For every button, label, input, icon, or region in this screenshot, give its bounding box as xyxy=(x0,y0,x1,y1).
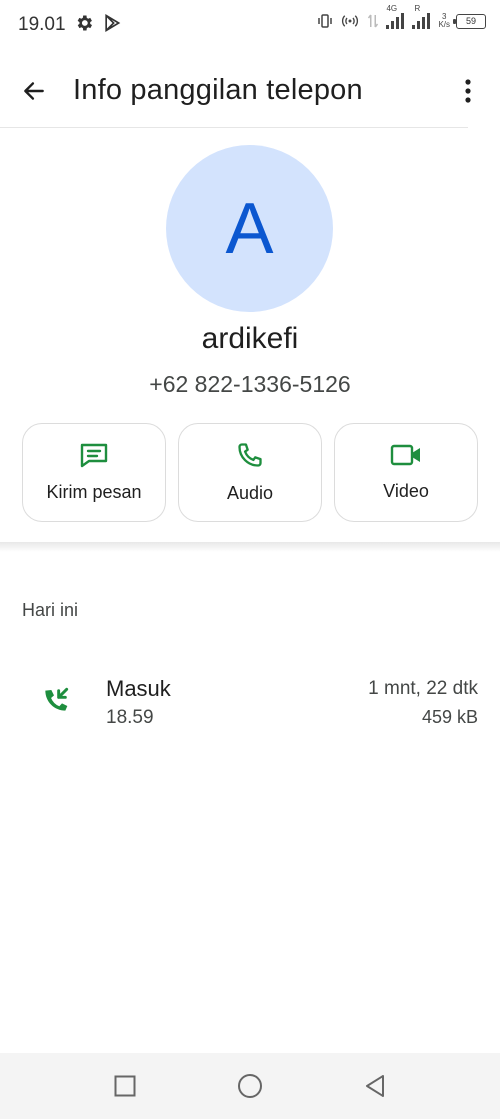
section-divider xyxy=(0,542,500,552)
history-section-title: Hari ini xyxy=(22,600,79,620)
network-speed-unit: K/s xyxy=(438,20,450,29)
back-button[interactable] xyxy=(18,75,50,107)
settings-gear-icon xyxy=(74,13,94,38)
app-bar: Info panggilan telepon xyxy=(0,55,500,127)
divider xyxy=(0,127,468,128)
message-icon xyxy=(80,443,108,468)
call-history-item[interactable]: Masuk 18.59 1 mnt, 22 dtk 459 kB xyxy=(0,670,500,740)
roaming-label: R xyxy=(414,4,421,13)
call-time: 18.59 xyxy=(106,707,154,728)
incoming-call-icon xyxy=(40,684,72,716)
call-data-size: 459 kB xyxy=(421,707,478,727)
video-icon xyxy=(390,444,420,466)
status-bar: 19.01 4G R 3 K/s 59 xyxy=(0,0,500,50)
video-call-button[interactable]: Video xyxy=(334,423,478,522)
video-call-label: Video xyxy=(383,481,429,501)
contact-phone: +62 822-1336-5126 xyxy=(149,371,351,397)
audio-call-label: Audio xyxy=(226,483,274,503)
battery-icon: 59 xyxy=(453,13,486,29)
network-type-label: 4G xyxy=(386,4,398,13)
back-arrow-icon xyxy=(24,82,44,100)
data-transfer-icon xyxy=(366,12,380,30)
signal-icon: 4G R xyxy=(386,5,432,29)
system-back-button[interactable] xyxy=(362,1073,388,1099)
triangle-back-icon xyxy=(366,1075,384,1097)
audio-call-button[interactable]: Audio xyxy=(178,423,322,522)
network-speed: 3 K/s xyxy=(438,13,450,29)
home-button[interactable] xyxy=(237,1073,263,1099)
call-duration: 1 mnt, 22 dtk xyxy=(368,678,478,699)
square-icon xyxy=(114,1075,136,1097)
recent-apps-button[interactable] xyxy=(112,1073,138,1099)
status-time: 19.01 xyxy=(18,14,66,35)
system-nav-bar xyxy=(0,1053,500,1119)
avatar-initial: A xyxy=(225,188,274,269)
contact-name: ardikefi xyxy=(201,322,299,355)
battery-level: 59 xyxy=(465,16,476,26)
hotspot-icon xyxy=(340,12,360,30)
circle-icon xyxy=(238,1074,262,1098)
send-message-label: Kirim pesan xyxy=(46,482,142,502)
page-title: Info panggilan telepon xyxy=(73,74,363,106)
action-buttons: Kirim pesan Audio Video xyxy=(22,423,478,522)
call-type: Masuk xyxy=(106,676,171,701)
send-message-button[interactable]: Kirim pesan xyxy=(22,423,166,522)
contact-avatar: A xyxy=(166,145,333,312)
play-store-icon xyxy=(102,13,122,38)
more-options-button[interactable] xyxy=(454,75,482,107)
status-right: 4G R 3 K/s 59 xyxy=(316,5,486,30)
status-left: 19.01 xyxy=(18,13,122,38)
more-vertical-icon xyxy=(465,79,471,103)
phone-icon xyxy=(238,443,262,467)
vibrate-icon xyxy=(316,12,334,30)
